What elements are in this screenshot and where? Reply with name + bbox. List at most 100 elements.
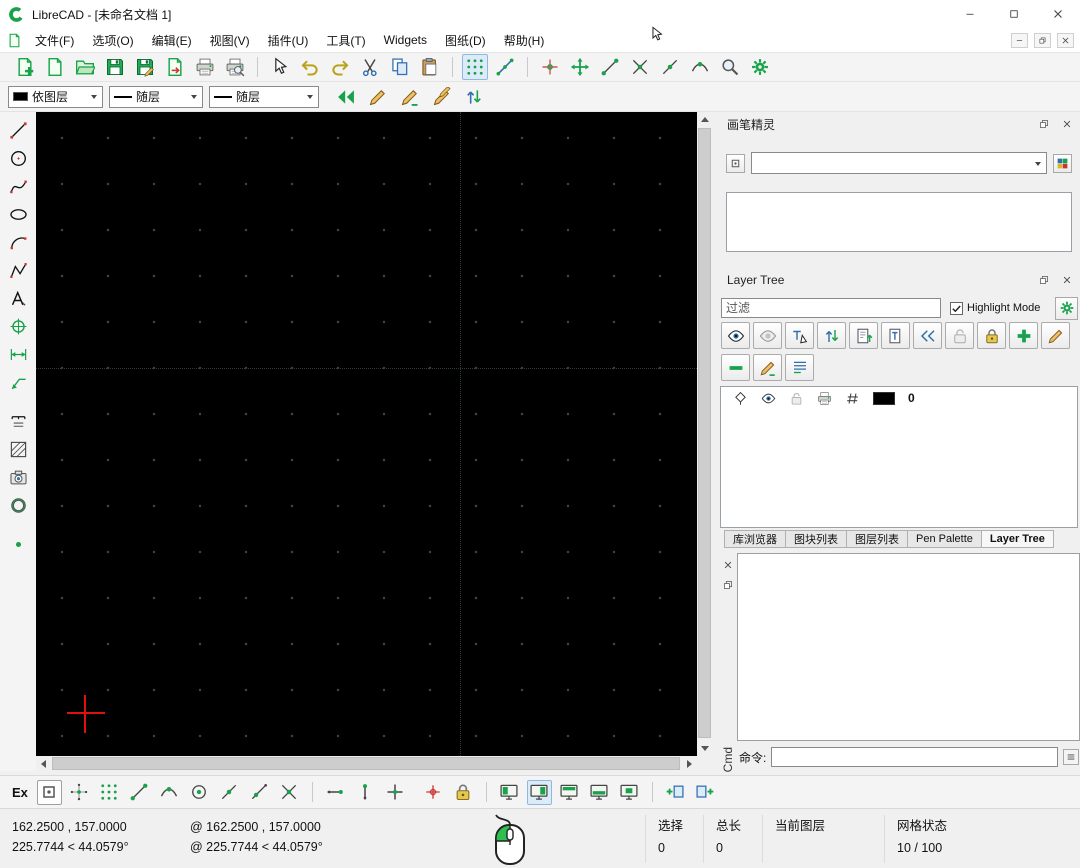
pen-wizard-list[interactable] [726,192,1072,252]
show-all-layers-button[interactable] [721,322,750,349]
snap-settings-button[interactable] [747,54,773,80]
menu-plugins[interactable]: 插件(U) [259,28,318,52]
snap-entity-button[interactable] [687,54,713,80]
pen-wizard-combo-input[interactable] [756,153,1030,173]
command-options-button[interactable] [1063,749,1079,765]
layer-tree-close-button[interactable] [1059,273,1075,288]
layer-filter-input[interactable] [721,298,941,318]
horizontal-scrollbar[interactable] [36,756,697,771]
command-history-output[interactable] [737,553,1080,741]
export-button[interactable] [162,54,188,80]
layer-tree-float-button[interactable] [1036,273,1052,288]
mdi-close-button[interactable] [1057,33,1074,48]
menu-drawings[interactable]: 图纸(D) [436,28,495,52]
snap-grid-button[interactable] [97,780,122,805]
restrict-orthogonal-button[interactable] [383,780,408,805]
grid-toggle-button[interactable] [462,54,488,80]
set-relative-zero-button[interactable] [421,780,446,805]
vertical-scroll-thumb[interactable] [698,128,711,738]
copy-button[interactable] [387,54,413,80]
spline-tool-button[interactable] [4,173,32,199]
tab-layer-list[interactable]: 图层列表 [846,530,908,548]
menu-tools[interactable]: 工具(T) [317,28,374,52]
tab-library-browser[interactable]: 库浏览器 [724,530,786,548]
pen-wizard-float-button[interactable] [1036,117,1052,132]
layer-lock-icon[interactable] [789,391,804,406]
command-float-button[interactable] [720,577,736,592]
linewidth-combobox[interactable]: 随层 [209,86,319,108]
hide-all-layers-button[interactable] [753,322,782,349]
snap-center-button[interactable] [187,780,212,805]
dock-area-right-button[interactable] [527,780,552,805]
scroll-down-arrow[interactable] [697,741,712,756]
chevron-down-icon[interactable] [86,87,102,107]
exclusive-snap-toggle-button[interactable] [37,780,62,805]
snap-distance-button[interactable] [247,780,272,805]
menu-file[interactable]: 文件(F) [26,28,83,52]
snap-free-button[interactable] [537,54,563,80]
layer-color-swatch[interactable] [873,392,895,405]
dock-area-left-button[interactable] [497,780,522,805]
select-layer-button[interactable] [785,322,814,349]
pen-wizard-pin-button[interactable] [726,154,745,173]
snap-middle-button[interactable] [657,54,683,80]
paste-button[interactable] [417,54,443,80]
add-left-dock-button[interactable] [663,780,688,805]
restrict-horizontal-button[interactable] [323,780,348,805]
snap-endpoint-button[interactable] [127,780,152,805]
previous-view-button[interactable] [333,84,359,110]
text-tool-button[interactable] [4,285,32,311]
mdi-minimize-button[interactable] [1011,33,1028,48]
scroll-left-arrow[interactable] [36,756,51,771]
menu-help[interactable]: 帮助(H) [495,28,554,52]
snap-free-button[interactable] [67,780,92,805]
print-button[interactable] [192,54,218,80]
lock-relative-zero-button[interactable] [451,780,476,805]
dock-area-floating-button[interactable] [617,780,642,805]
snap-entity-button[interactable] [157,780,182,805]
layer-visibility-eye-icon[interactable] [761,391,776,406]
remove-layer-button[interactable] [721,354,750,381]
hatch-tool-button[interactable] [4,436,32,462]
import-layers-button[interactable] [881,322,910,349]
layer-color-combobox[interactable]: 依图层 [8,86,103,108]
insert-center-tool-button[interactable] [4,313,32,339]
kill-actions-button[interactable] [267,54,293,80]
scroll-up-arrow[interactable] [697,112,712,127]
isometric-grid-button[interactable] [492,54,518,80]
lock-all-layers-button[interactable] [977,322,1006,349]
mtext-tool-button[interactable] [4,408,32,434]
menu-options[interactable]: 选项(O) [83,28,142,52]
polyline-tool-button[interactable] [4,257,32,283]
image-tool-button[interactable] [4,464,32,490]
snap-grid-button[interactable] [567,54,593,80]
menu-view[interactable]: 视图(V) [201,28,259,52]
cut-button[interactable] [357,54,383,80]
horizontal-scroll-thumb[interactable] [52,757,680,770]
redo-button[interactable] [327,54,353,80]
block-tool-button[interactable] [4,492,32,518]
chevron-down-icon[interactable] [186,87,202,107]
close-button[interactable] [1036,0,1080,28]
layer-row[interactable]: 0 [721,387,1077,409]
add-layer-button[interactable] [1009,322,1038,349]
collapse-tree-button[interactable] [913,322,942,349]
highlight-mode-checkbox[interactable] [950,302,963,315]
layer-construction-icon[interactable] [845,391,860,406]
layer-print-icon[interactable] [817,391,832,406]
dock-area-top-button[interactable] [557,780,582,805]
pen-wizard-combobox[interactable] [751,152,1047,174]
export-layers-button[interactable] [849,322,878,349]
tab-block-list[interactable]: 图块列表 [785,530,847,548]
command-input[interactable] [771,747,1058,767]
zoom-pointer-button[interactable] [717,54,743,80]
menu-edit[interactable]: 编辑(E) [143,28,201,52]
add-right-dock-button[interactable] [693,780,718,805]
minimize-button[interactable] [948,0,992,28]
mdi-restore-button[interactable] [1034,33,1051,48]
scroll-right-arrow[interactable] [682,756,697,771]
unlock-all-layers-button[interactable] [945,322,974,349]
snap-middle-button[interactable] [217,780,242,805]
rename-layer-button[interactable] [753,354,782,381]
maximize-button[interactable] [992,0,1036,28]
